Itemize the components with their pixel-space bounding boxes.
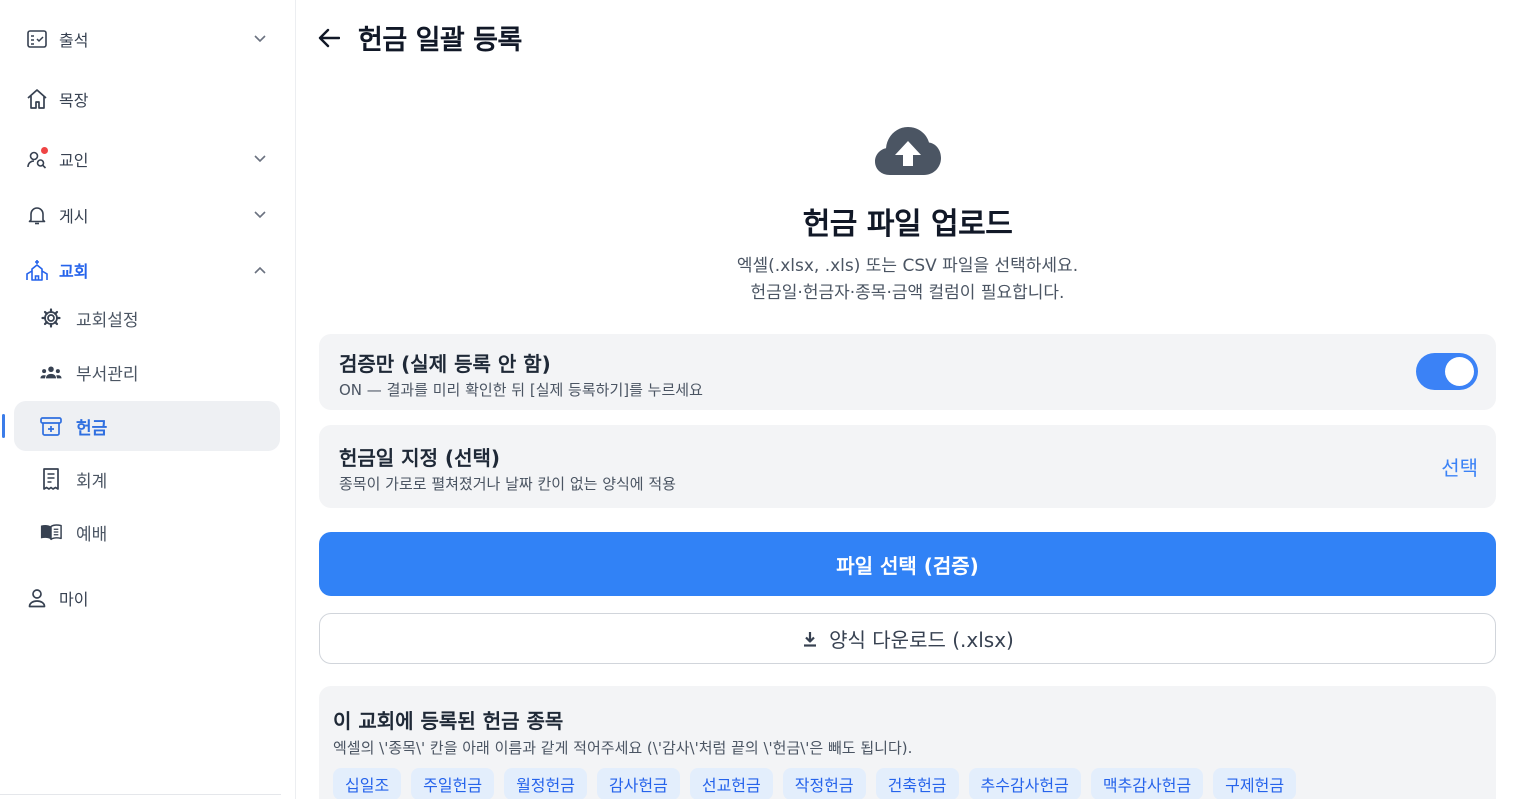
sidebar-item-accounting[interactable]: 회계 [14, 454, 280, 504]
sidebar-item-board[interactable]: 게시 [14, 190, 280, 240]
sidebar-item-label: 게시 [59, 207, 89, 226]
offering-type-chip: 작정헌금 [782, 768, 866, 799]
offering-types-title: 이 교회에 등록된 헌금 종목 [333, 709, 564, 733]
attendance-icon [26, 28, 48, 50]
sidebar-item-label: 출석 [59, 31, 89, 50]
validate-only-toggle[interactable] [1416, 353, 1478, 390]
upload-description: 엑셀(.xlsx, .xls) 또는 CSV 파일을 선택하세요. 헌금일·헌금… [319, 253, 1496, 307]
sidebar-item-my[interactable]: 마이 [14, 573, 280, 623]
sidebar-item-label: 부서관리 [76, 364, 139, 385]
book-open-icon [40, 521, 62, 543]
sidebar-item-label: 회계 [76, 471, 108, 492]
validate-only-subtitle: ON — 결과를 미리 확인한 뒤 [실제 등록하기]를 누르세요 [339, 381, 703, 399]
upload-description-line: 엑셀(.xlsx, .xls) 또는 CSV 파일을 선택하세요. [736, 256, 1079, 276]
sidebar-item-label: 헌금 [76, 418, 108, 439]
sidebar-item-worship[interactable]: 예배 [14, 507, 280, 557]
download-template-label: 양식 다운로드 (.xlsx) [829, 628, 1014, 652]
download-icon [801, 630, 819, 648]
chevron-down-icon [254, 209, 266, 221]
toggle-knob [1445, 357, 1474, 386]
sidebar-item-label: 예배 [76, 524, 108, 545]
upload-panel: 헌금 파일 업로드 엑셀(.xlsx, .xls) 또는 CSV 파일을 선택하… [319, 125, 1496, 307]
upload-description-line: 헌금일·헌금자·종목·금액 컬럼이 필요합니다. [750, 283, 1065, 303]
active-indicator [2, 414, 5, 438]
user-icon [26, 587, 48, 609]
select-date-link[interactable]: 선택 [1441, 452, 1478, 481]
offering-date-card: 헌금일 지정 (선택) 종목이 가로로 펼쳐졌거나 날짜 칸이 없는 양식에 적… [319, 425, 1496, 508]
offering-date-title: 헌금일 지정 (선택) [339, 446, 501, 470]
back-arrow-icon[interactable] [316, 25, 342, 51]
home-icon [26, 88, 48, 110]
offering-type-chip: 선교헌금 [689, 768, 773, 799]
sidebar-item-departments[interactable]: 부서관리 [14, 347, 280, 397]
offering-date-subtitle: 종목이 가로로 펼쳐졌거나 날짜 칸이 없는 양식에 적용 [339, 475, 676, 493]
offering-box-icon [40, 415, 62, 437]
page-header: 헌금 일괄 등록 [316, 18, 522, 57]
offering-type-chip: 건축헌금 [875, 768, 959, 799]
offering-types-card: 이 교회에 등록된 헌금 종목 엑셀의 \'종목\' 칸을 아래 이름과 같게 … [319, 686, 1496, 799]
sidebar-item-label: 교인 [59, 151, 89, 170]
offering-type-chip: 맥추감사헌금 [1090, 768, 1204, 799]
download-template-button[interactable]: 양식 다운로드 (.xlsx) [319, 613, 1496, 664]
sidebar-item-offering[interactable]: 헌금 [2, 401, 280, 451]
cloud-upload-icon [874, 125, 942, 177]
sidebar-item-attendance[interactable]: 출석 [14, 14, 280, 64]
offering-types-subtitle: 엑셀의 \'종목\' 칸을 아래 이름과 같게 적어주세요 (\'감사\'처럼 … [333, 739, 913, 757]
upload-title: 헌금 파일 업로드 [802, 207, 1013, 242]
select-file-button[interactable]: 파일 선택 (검증) [319, 532, 1496, 596]
sidebar: 출석 목장 교인 게시 교회 교회설정 부서관리 헌금 회계 예배 마이 [0, 0, 296, 799]
offering-type-chip: 추수감사헌금 [968, 768, 1081, 799]
bell-icon [26, 204, 48, 226]
church-icon [26, 259, 48, 281]
group-icon [40, 361, 62, 383]
validate-only-card: 검증만 (실제 등록 안 함) ON — 결과를 미리 확인한 뒤 [실제 등록… [319, 334, 1496, 410]
notification-dot [41, 147, 48, 154]
offering-type-chip: 구제헌금 [1213, 768, 1297, 799]
sidebar-item-label: 교회 [59, 262, 89, 281]
receipt-icon [40, 468, 62, 490]
offering-type-chip: 주일헌금 [411, 768, 495, 799]
sidebar-item-label: 마이 [59, 590, 89, 609]
offering-type-chip: 월정헌금 [504, 768, 587, 799]
main-content: 헌금 일괄 등록 헌금 파일 업로드 엑셀(.xlsx, .xls) 또는 CS… [296, 0, 1520, 799]
offering-type-chip: 감사헌금 [596, 768, 680, 799]
sidebar-item-cell-group[interactable]: 목장 [14, 74, 280, 124]
page-title: 헌금 일괄 등록 [358, 25, 522, 56]
offering-type-chip-list: 십일조 주일헌금 월정헌금 감사헌금 선교헌금 작정헌금 건축헌금 추수감사헌금… [333, 768, 1297, 799]
sidebar-item-church[interactable]: 교회 [14, 245, 280, 295]
sidebar-item-members[interactable]: 교인 [14, 134, 280, 184]
chevron-up-icon [254, 264, 266, 276]
chevron-down-icon [254, 33, 266, 45]
chevron-down-icon [254, 153, 266, 165]
sidebar-divider [0, 794, 281, 795]
validate-only-title: 검증만 (실제 등록 안 함) [339, 352, 551, 376]
sidebar-item-label: 교회설정 [76, 310, 139, 331]
gear-icon [40, 307, 62, 329]
sidebar-item-label: 목장 [59, 91, 89, 110]
offering-type-chip: 십일조 [333, 768, 402, 799]
sidebar-item-church-settings[interactable]: 교회설정 [14, 293, 280, 343]
